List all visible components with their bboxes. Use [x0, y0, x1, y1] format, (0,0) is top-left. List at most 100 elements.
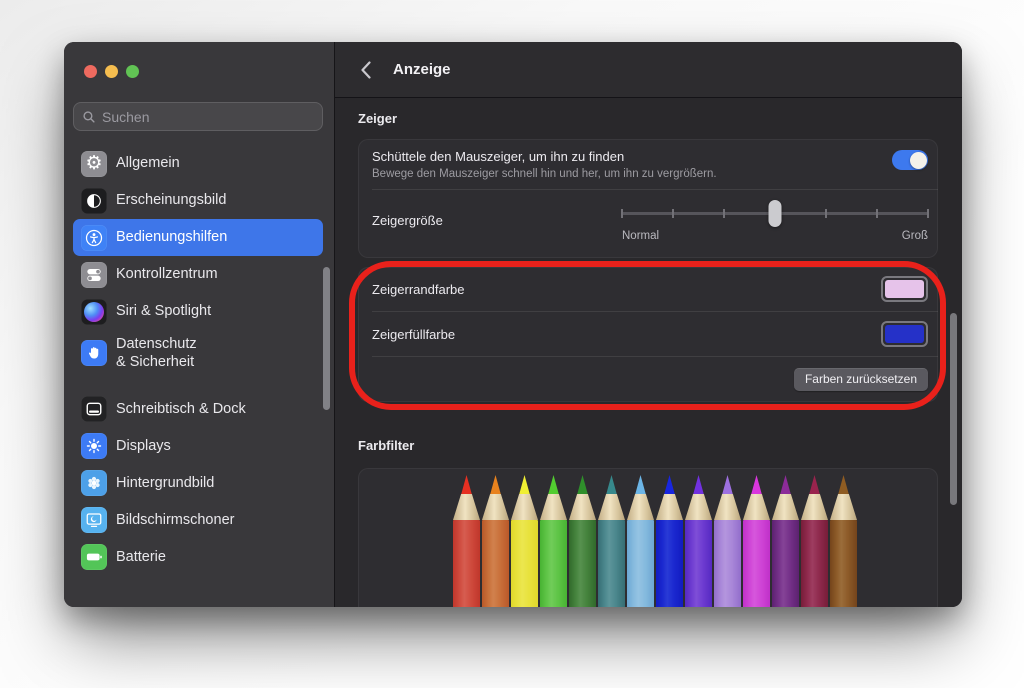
sidebar-item-label: Displays	[116, 437, 171, 455]
sidebar-item-displays[interactable]: Displays	[73, 427, 323, 464]
system-settings-window: Suchen ⚙ Allgemein Erscheinungsbild Bedienu…	[64, 42, 962, 607]
screensaver-icon	[81, 507, 107, 533]
shake-pointer-toggle[interactable]	[892, 150, 928, 170]
colored-pencils-image	[453, 475, 857, 607]
traffic-lights	[84, 65, 139, 78]
pointer-size-row: Zeigergröße Normal Groß	[358, 190, 938, 251]
content-pane: Anzeige Zeiger Schüttele den Mauszeiger,…	[335, 42, 962, 607]
search-input[interactable]: Suchen	[73, 102, 323, 131]
sidebar-item-kontrollzentrum[interactable]: Kontrollzentrum	[73, 256, 323, 293]
accessibility-icon	[81, 225, 107, 251]
pencil-maroon	[801, 475, 828, 607]
sidebar-item-erscheinungsbild[interactable]: Erscheinungsbild	[73, 182, 323, 219]
section-title-farbfilter: Farbfilter	[358, 438, 414, 453]
desktop-dock-icon	[81, 396, 107, 422]
sidebar-item-batterie[interactable]: Batterie	[73, 538, 323, 575]
sidebar-item-siri-spotlight[interactable]: Siri & Spotlight	[73, 293, 323, 330]
pencil-blue	[656, 475, 683, 607]
pointer-outline-color-well[interactable]	[881, 276, 928, 302]
sidebar-item-bildschirmschoner[interactable]: Bildschirmschoner	[73, 501, 323, 538]
hand-icon	[81, 340, 107, 366]
pointer-fill-color-row: Zeigerfüllfarbe	[358, 312, 938, 356]
content-scrollbar[interactable]	[950, 313, 957, 505]
pointer-outline-color-label: Zeigerrandfarbe	[372, 282, 881, 297]
pencil-green	[569, 475, 596, 607]
slider-tick	[723, 209, 725, 218]
reset-colors-button[interactable]: Farben zurücksetzen	[794, 368, 928, 390]
slider-thumb[interactable]	[769, 200, 782, 227]
sidebar-item-label: Erscheinungsbild	[116, 191, 226, 209]
sidebar-item-schreibtisch-dock[interactable]: Schreibtisch & Dock	[73, 390, 323, 427]
chevron-left-icon	[360, 61, 372, 79]
pencil-yellow	[511, 475, 538, 607]
sidebar-item-label: Allgemein	[116, 154, 180, 172]
slider-tick	[672, 209, 674, 218]
content-scroll-area: Zeiger Schüttele den Mauszeiger, um ihn …	[335, 98, 962, 607]
search-placeholder: Suchen	[102, 109, 149, 125]
toggle-knob	[910, 152, 927, 169]
sidebar-item-label: Siri & Spotlight	[116, 302, 211, 320]
pencil-magenta	[743, 475, 770, 607]
pointer-fill-swatch-fill	[885, 325, 924, 343]
wallpaper-icon	[81, 470, 107, 496]
pencil-dark-purple	[772, 475, 799, 607]
sidebar-item-label: Datenschutz & Sicherheit	[116, 335, 197, 371]
slider-rail[interactable]	[622, 200, 928, 227]
desktop-background: Suchen ⚙ Allgemein Erscheinungsbild Bedienu…	[0, 0, 1024, 688]
sidebar: Suchen ⚙ Allgemein Erscheinungsbild Bedienu…	[64, 42, 335, 607]
pencil-light-green	[540, 475, 567, 607]
shake-pointer-label: Schüttele den Mauszeiger, um ihn zu find…	[372, 149, 892, 164]
pointer-size-slider[interactable]: Normal Groß	[622, 200, 928, 242]
page-title: Anzeige	[393, 61, 451, 78]
shake-pointer-description: Bewege den Mauszeiger schnell hin und he…	[372, 168, 892, 180]
appearance-icon	[81, 188, 107, 214]
pencil-teal	[598, 475, 625, 607]
pencil-violet	[685, 475, 712, 607]
reset-colors-row: Farben zurücksetzen	[358, 357, 938, 402]
pencil-red	[453, 475, 480, 607]
shake-pointer-row: Schüttele den Mauszeiger, um ihn zu find…	[358, 139, 938, 189]
slider-tick	[876, 209, 878, 218]
minimize-button[interactable]	[105, 65, 118, 78]
slider-min-label: Normal	[622, 230, 659, 242]
search-icon	[82, 110, 96, 124]
pointer-outline-color-row: Zeigerrandfarbe	[358, 267, 938, 311]
sidebar-scrollbar[interactable]	[323, 267, 330, 410]
sun-icon	[81, 433, 107, 459]
zoom-button[interactable]	[126, 65, 139, 78]
zeiger-settings-card: Schüttele den Mauszeiger, um ihn zu find…	[358, 139, 938, 258]
siri-icon	[81, 299, 107, 325]
sidebar-item-label: Bedienungshilfen	[116, 228, 227, 246]
sidebar-item-label: Schreibtisch & Dock	[116, 400, 246, 418]
pencil-lavender	[714, 475, 741, 607]
slider-tick	[825, 209, 827, 218]
gear-icon: ⚙	[81, 151, 107, 177]
pointer-outline-swatch-fill	[885, 280, 924, 298]
close-button[interactable]	[84, 65, 97, 78]
control-center-icon	[81, 262, 107, 288]
sidebar-item-label: Kontrollzentrum	[116, 265, 218, 283]
sidebar-item-bedienungshilfen[interactable]: Bedienungshilfen	[73, 219, 323, 256]
sidebar-nav: ⚙ Allgemein Erscheinungsbild Bedienungshilf…	[73, 145, 323, 575]
slider-tick	[621, 209, 623, 218]
pencil-brown	[830, 475, 857, 607]
battery-icon	[81, 544, 107, 570]
pointer-fill-color-label: Zeigerfüllfarbe	[372, 327, 881, 342]
sidebar-item-allgemein[interactable]: ⚙ Allgemein	[73, 145, 323, 182]
sidebar-item-label: Hintergrundbild	[116, 474, 214, 492]
slider-max-label: Groß	[902, 230, 928, 242]
sidebar-item-datenschutz-sicherheit[interactable]: Datenschutz & Sicherheit	[73, 330, 323, 376]
pointer-fill-color-well[interactable]	[881, 321, 928, 347]
back-button[interactable]	[355, 59, 377, 81]
farbfilter-card	[358, 468, 938, 607]
content-header: Anzeige	[335, 42, 962, 98]
slider-tick	[927, 209, 929, 218]
sidebar-item-hintergrundbild[interactable]: Hintergrundbild	[73, 464, 323, 501]
section-title-zeiger: Zeiger	[358, 111, 397, 126]
pointer-colors-card: Zeigerrandfarbe Zeigerfüllfarbe	[358, 267, 938, 402]
pencil-orange	[482, 475, 509, 607]
pointer-size-label: Zeigergröße	[372, 213, 622, 228]
sidebar-item-label: Batterie	[116, 548, 166, 566]
sidebar-item-label: Bildschirmschoner	[116, 511, 234, 529]
pencil-light-blue	[627, 475, 654, 607]
